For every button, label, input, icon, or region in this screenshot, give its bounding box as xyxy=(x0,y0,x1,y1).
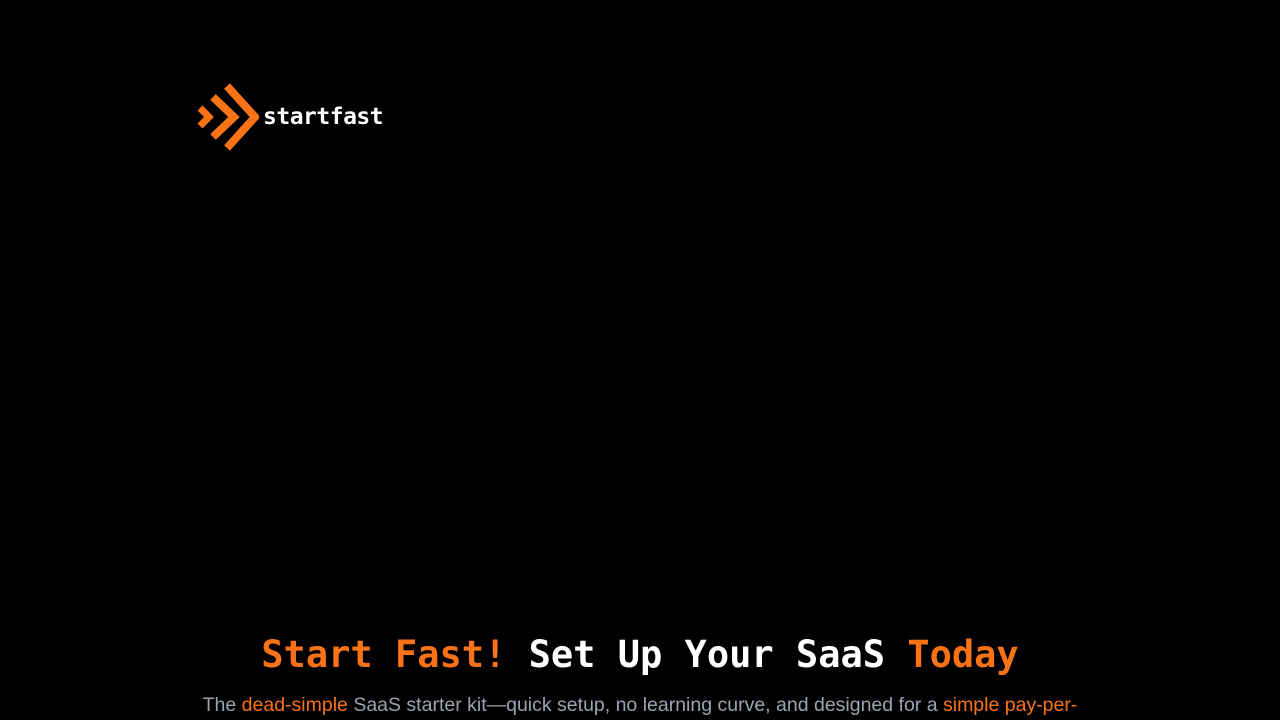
headline-main: Set Up Your SaaS xyxy=(528,633,886,676)
subheadline-highlight-dead-simple: dead-simple xyxy=(241,694,348,716)
subheadline-text-start: The xyxy=(202,694,237,716)
hero-subheadline: The dead-simple SaaS starter kit—quick s… xyxy=(190,690,1090,720)
hero-headline: Start Fast! Set Up Your SaaS Today xyxy=(0,628,1280,682)
brand-logo-link[interactable]: startfast xyxy=(197,82,384,152)
subheadline-text-middle: SaaS starter kit—quick setup, no learnin… xyxy=(353,694,938,716)
subheadline-highlight-pricing: simple pay-per- xyxy=(942,694,1078,716)
headline-accent-start: Start Fast! xyxy=(261,633,507,676)
double-chevron-right-icon xyxy=(197,82,259,152)
brand-name: startfast xyxy=(263,104,384,130)
landing-page: startfast Start Fast! Set Up Your SaaS T… xyxy=(0,0,1280,720)
hero-section: Start Fast! Set Up Your SaaS Today The d… xyxy=(0,628,1280,720)
headline-accent-end: Today xyxy=(907,633,1019,676)
